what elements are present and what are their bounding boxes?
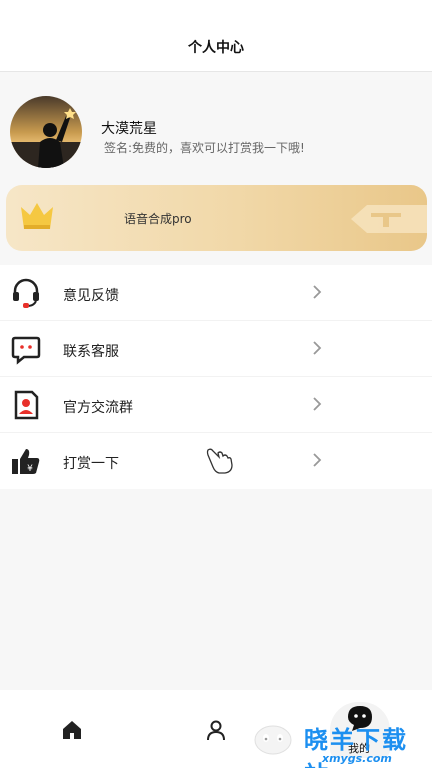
menu-item-feedback[interactable]: 意见反馈 xyxy=(0,265,432,321)
tab-mine-label: 我的 xyxy=(348,742,370,755)
user-icon[interactable] xyxy=(204,718,228,742)
bottom-tab-bar: 我的 xyxy=(0,690,432,768)
nickname: 大漠荒星 xyxy=(101,121,157,137)
menu-item-official-group[interactable]: 官方交流群 xyxy=(0,377,432,433)
tab-mine[interactable]: 我的 xyxy=(330,702,390,758)
thumbs-up-yuan-icon: ¥ xyxy=(12,449,40,474)
svg-text:¥: ¥ xyxy=(27,464,33,474)
vip-card[interactable]: 语音合成pro xyxy=(6,185,427,251)
menu-item-tip[interactable]: ¥ 打赏一下 xyxy=(0,433,432,489)
chat-face-icon xyxy=(348,706,372,731)
chevron-right-icon xyxy=(313,453,322,467)
chevron-right-icon xyxy=(313,397,322,411)
vip-label: 语音合成pro xyxy=(124,212,192,226)
contact-card-icon xyxy=(14,390,39,420)
menu-item-label: 意见反馈 xyxy=(63,288,119,304)
menu-item-label: 联系客服 xyxy=(63,344,119,360)
page-title: 个人中心 xyxy=(188,39,244,56)
chevron-right-icon xyxy=(313,341,322,355)
vip-decoration-icon xyxy=(351,205,427,233)
chat-bubble-icon xyxy=(11,336,41,365)
avatar[interactable] xyxy=(10,96,82,168)
headset-icon xyxy=(13,278,39,308)
profile-section: 大漠荒星 签名:免费的，喜欢可以打赏我一下哦! xyxy=(0,72,432,180)
menu-item-customer-service[interactable]: 联系客服 xyxy=(0,321,432,377)
app-header: 个人中心 xyxy=(0,0,432,72)
signature: 签名:免费的，喜欢可以打赏我一下哦! xyxy=(104,141,305,155)
pointing-hand-icon xyxy=(206,448,233,474)
crown-icon xyxy=(21,203,53,229)
menu-item-label: 打赏一下 xyxy=(63,456,119,472)
chevron-right-icon xyxy=(313,285,322,299)
menu-item-label: 官方交流群 xyxy=(63,400,133,416)
menu-list: 意见反馈 联系客服 官方交流群 ¥ 打赏一下 xyxy=(0,265,432,489)
home-icon[interactable] xyxy=(60,718,84,742)
